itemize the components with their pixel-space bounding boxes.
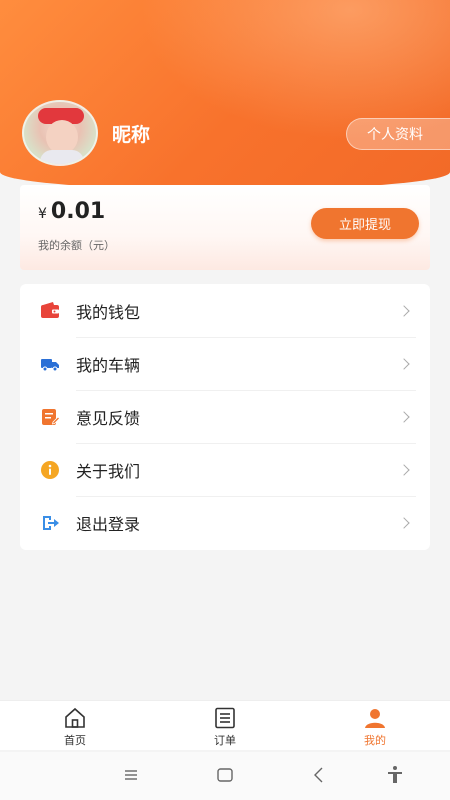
balance-card: ¥0.01 我的余额（元） 立即提现 — [20, 185, 430, 270]
truck-icon — [41, 358, 59, 371]
menu-item-about[interactable]: 关于我们 — [20, 443, 430, 496]
chevron-right-icon — [398, 463, 410, 476]
chevron-right-icon — [398, 304, 410, 317]
home-square-icon[interactable] — [214, 764, 236, 786]
tab-orders[interactable]: 订单 — [150, 701, 300, 750]
currency-symbol: ¥ — [38, 206, 47, 222]
system-nav-bar — [0, 752, 450, 800]
menu-label-about: 关于我们 — [76, 461, 141, 481]
chevron-right-icon — [398, 357, 410, 370]
avatar-body — [40, 150, 84, 164]
menu-icon[interactable] — [120, 764, 142, 786]
chevron-right-icon — [398, 516, 410, 529]
menu-label-logout: 退出登录 — [76, 514, 141, 534]
tab-label-mine: 我的 — [364, 734, 386, 747]
logout-icon — [43, 515, 59, 530]
nickname: 昵称 — [112, 124, 151, 146]
info-icon — [41, 460, 59, 479]
chevron-right-icon — [398, 410, 410, 423]
home-icon — [65, 707, 85, 728]
tab-label-home: 首页 — [64, 734, 86, 747]
balance-amount: ¥0.01 — [38, 199, 105, 224]
wallet-icon — [41, 301, 59, 318]
feedback-icon — [42, 408, 60, 425]
list-icon — [215, 707, 235, 729]
menu-item-logout[interactable]: 退出登录 — [20, 496, 430, 549]
menu-label-vehicle: 我的车辆 — [76, 355, 141, 375]
tab-bar: 首页 订单 我的 — [0, 700, 450, 750]
user-icon — [365, 709, 385, 728]
balance-label: 我的余额（元） — [38, 239, 115, 252]
menu-item-wallet[interactable]: 我的钱包 — [20, 284, 430, 337]
menu-label-wallet: 我的钱包 — [76, 302, 141, 322]
withdraw-button[interactable]: 立即提现 — [311, 208, 419, 239]
balance-value: 0.01 — [50, 199, 106, 224]
tab-label-orders: 订单 — [214, 734, 236, 747]
avatar-face — [46, 120, 78, 154]
menu-item-vehicle[interactable]: 我的车辆 — [20, 337, 430, 390]
avatar[interactable] — [22, 100, 98, 166]
tab-home[interactable]: 首页 — [0, 701, 150, 750]
menu-label-feedback: 意见反馈 — [76, 408, 141, 428]
tab-mine[interactable]: 我的 — [300, 701, 450, 750]
menu-item-feedback[interactable]: 意见反馈 — [20, 390, 430, 443]
back-icon[interactable] — [308, 764, 330, 786]
menu-card: 我的钱包 我的车辆 意见反馈 关于我们 退出登录 — [20, 284, 430, 550]
accessibility-icon[interactable] — [384, 764, 406, 786]
profile-button[interactable]: 个人资料 — [346, 118, 450, 150]
